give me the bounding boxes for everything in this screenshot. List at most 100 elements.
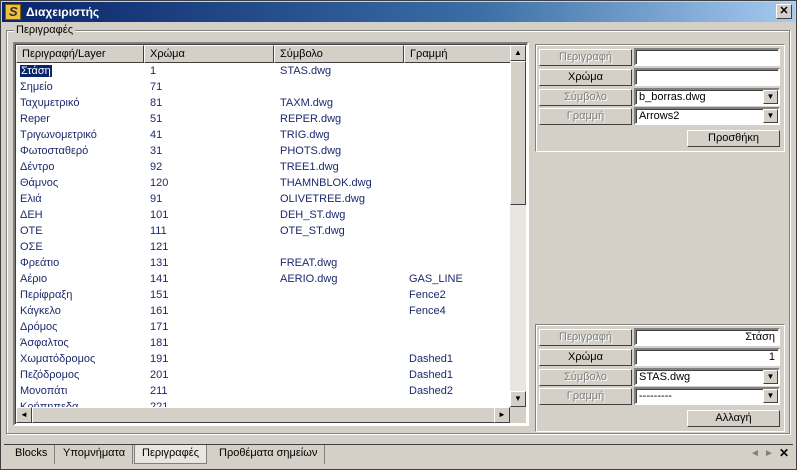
tab-descriptions[interactable]: Περιγραφές [134,445,208,464]
row-description: Στάση [19,64,53,78]
row-line: Fence2 [409,289,446,301]
add-submit-button[interactable]: Προσθήκη [687,130,780,147]
row-color-text: 141 [150,273,169,285]
row-description-text: Ελιά [20,193,42,205]
row-line-text: Dashed1 [409,353,454,365]
tab-next-icon[interactable]: ► [764,448,774,459]
row-color: 91 [150,193,162,205]
add-symbol-select[interactable]: b_borras.dwg ▼ [634,88,780,106]
column-header-description[interactable]: Περιγραφή/Layer [16,45,144,63]
tab-legends[interactable]: Υπομνήματα [56,445,134,464]
table-row[interactable]: Δρόμος 171 [16,320,510,336]
window-close-button[interactable]: ✕ [776,4,792,19]
title-bar[interactable]: Διαχειριστής ✕ [2,2,795,22]
table-row[interactable]: Κρήπηπεδα 221 [16,400,510,407]
row-line-text: GAS_LINE [409,273,463,285]
row-description: Σημείο [20,81,53,93]
table-row[interactable]: Περίφραξη 151 Fence2 [16,288,510,304]
add-color-field[interactable] [634,68,780,86]
add-line-button[interactable]: Γραμμή [539,108,632,125]
table-row[interactable]: Ελιά 91 OLIVETREE.dwg [16,192,510,208]
row-description-text: Σημείο [20,81,53,93]
chevron-down-icon[interactable]: ▼ [763,90,778,104]
add-description-button[interactable]: Περιγραφή [539,49,632,66]
add-symbol-button[interactable]: Σύμβολο [539,89,632,106]
scroll-up-icon[interactable]: ▲ [510,45,526,61]
row-line-text: Fence2 [409,289,446,301]
tab-blocks[interactable]: Blocks [8,445,56,464]
row-symbol-text: OLIVETREE.dwg [280,193,365,205]
edit-description-button[interactable]: Περιγραφή [539,329,632,346]
row-description-text: Δέντρο [20,161,55,173]
table-row[interactable]: Δέντρο 92 TREE1.dwg [16,160,510,176]
table-row[interactable]: Σημείο 71 [16,80,510,96]
row-description-text: Θάμνος [20,177,59,189]
horizontal-scrollbar[interactable]: ◄ ► [16,407,510,423]
row-description: Κάγκελο [20,305,61,317]
edit-line-select[interactable]: --------- ▼ [634,387,780,405]
column-header-symbol[interactable]: Σύμβολο [274,45,404,63]
edit-submit-button[interactable]: Αλλαγή [687,410,780,427]
row-color-text: 111 [150,225,167,237]
edit-description-field[interactable]: Στάση [634,328,780,346]
edit-symbol-select[interactable]: STAS.dwg ▼ [634,368,780,386]
add-color-button[interactable]: Χρώμα [539,69,632,86]
table-row[interactable]: Πεζόδρομος 201 Dashed1 [16,368,510,384]
vertical-scrollbar[interactable]: ▲ ▼ [510,45,526,407]
row-color-text: 1 [150,65,157,77]
table-row[interactable]: ΔΕΗ 101 DEH_ST.dwg [16,208,510,224]
row-description-text: ΟΤΕ [20,225,43,237]
scroll-right-icon[interactable]: ► [494,407,510,423]
horizontal-scroll-thumb[interactable] [32,407,497,423]
row-symbol-text: OTE_ST.dwg [280,225,345,237]
column-header-line[interactable]: Γραμμή [404,45,516,63]
table-row[interactable]: Αέριο 141 AERIO.dwg GAS_LINE [16,272,510,288]
row-line: Fence4 [409,305,446,317]
edit-line-button[interactable]: Γραμμή [539,388,632,405]
add-description-field[interactable] [634,48,780,66]
tab-prev-icon[interactable]: ◄ [750,448,760,459]
tab-close-icon[interactable]: ✕ [779,446,789,460]
row-symbol: AERIO.dwg [280,273,337,285]
row-description: Reper [20,113,50,125]
table-row[interactable]: ΟΣΕ 121 [16,240,510,256]
row-symbol-text: REPER.dwg [280,113,342,125]
add-line-select[interactable]: Arrows2 ▼ [634,107,780,125]
table-row[interactable]: Φρεάτιο 131 FREAT.dwg [16,256,510,272]
table-row[interactable]: Θάμνος 120 THAMNBLOK.dwg [16,176,510,192]
row-description-text: Περίφραξη [20,289,73,301]
row-color: 31 [150,145,162,157]
table-row[interactable]: Ταχυμετρικό 81 TAXM.dwg [16,96,510,112]
table-row[interactable]: Φωτοσταθερό 31 PHOTS.dwg [16,144,510,160]
table-row[interactable]: Τριγωνομετρικό 41 TRIG.dwg [16,128,510,144]
chevron-down-icon[interactable]: ▼ [763,389,778,403]
row-symbol: OLIVETREE.dwg [280,193,365,205]
row-color-text: 161 [150,305,169,317]
tab-point-prefixes[interactable]: Προθέματα σημείων [212,445,326,464]
edit-color-button[interactable]: Χρώμα [539,349,632,366]
chevron-down-icon[interactable]: ▼ [763,109,778,123]
edit-color-field[interactable]: 1 [634,348,780,366]
vertical-scroll-thumb[interactable] [510,61,526,205]
table-row[interactable]: ΟΤΕ 111 OTE_ST.dwg [16,224,510,240]
column-header-color[interactable]: Χρώμα [144,45,274,63]
table-row[interactable]: Άσφαλτος 181 [16,336,510,352]
table-row[interactable]: Κάγκελο 161 Fence4 [16,304,510,320]
row-line: GAS_LINE [409,273,463,285]
row-description: ΟΣΕ [20,241,43,253]
row-color-text: 81 [150,97,163,109]
edit-symbol-button[interactable]: Σύμβολο [539,369,632,386]
scroll-down-icon[interactable]: ▼ [510,391,526,407]
table-row[interactable]: Χωματόδρομος 191 Dashed1 [16,352,510,368]
row-symbol: REPER.dwg [280,113,341,125]
row-color: 121 [150,241,168,253]
row-color-text: 31 [150,145,163,157]
descriptions-list[interactable]: Περιγραφή/Layer Χρώμα Σύμβολο Γραμμή Στά… [13,42,529,426]
table-row[interactable]: Στάση 1 STAS.dwg [16,64,510,80]
chevron-down-icon[interactable]: ▼ [763,370,778,384]
scroll-left-icon[interactable]: ◄ [16,407,32,423]
row-color: 92 [150,161,162,173]
table-row[interactable]: Μονοπάτι 211 Dashed2 [16,384,510,400]
table-row[interactable]: Reper 51 REPER.dwg [16,112,510,128]
row-description-text: Κάγκελο [20,305,61,317]
